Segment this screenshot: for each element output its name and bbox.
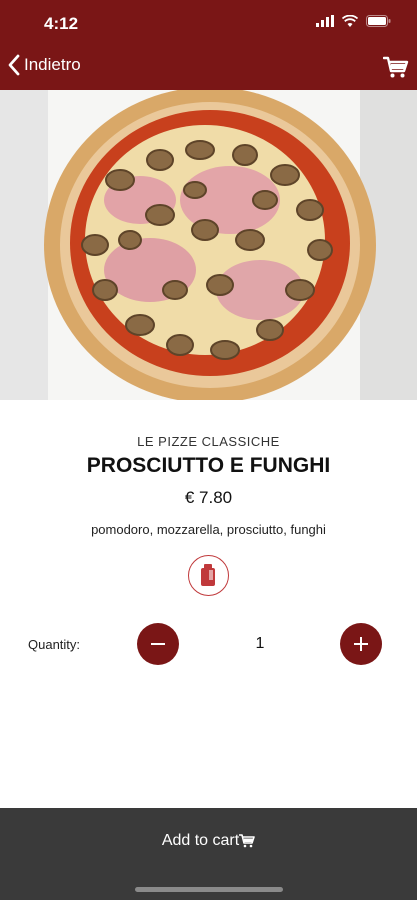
decrease-quantity-button[interactable]: [137, 623, 179, 665]
wifi-icon: [342, 15, 358, 27]
quantity-value: 1: [255, 635, 265, 652]
product-ingredients: pomodoro, mozzarella, prosciutto, funghi: [91, 522, 326, 537]
product-name: PROSCIUTTO E FUNGHI: [86, 454, 331, 477]
signal-icon: [316, 15, 334, 27]
footer: Add to cart: [0, 808, 417, 900]
pizza-image: [0, 90, 417, 400]
cart-icon: [239, 834, 255, 848]
add-to-cart-label: Add to cart: [161, 832, 240, 849]
status-icons: [316, 15, 391, 27]
product-price: € 7.80: [184, 488, 233, 507]
quantity-label: Quantity:: [28, 637, 81, 652]
plus-icon: [354, 637, 368, 651]
drink-badge: [188, 555, 229, 596]
product-category: LE PIZZE CLASSICHE: [137, 434, 280, 449]
increase-quantity-button[interactable]: [340, 623, 382, 665]
cart-icon: [382, 56, 409, 78]
chevron-left-icon: [8, 54, 20, 76]
product-details: LE PIZZE CLASSICHE PROSCIUTTO E FUNGHI €…: [0, 400, 417, 808]
back-label: Indietro: [24, 55, 81, 74]
product-image: [0, 90, 417, 400]
battery-icon: [366, 15, 391, 27]
drink-icon: [201, 564, 215, 586]
status-bar: 4:12: [0, 0, 417, 46]
home-indicator: [135, 887, 283, 892]
cart-button[interactable]: [382, 54, 409, 80]
nav-bar: Indietro: [0, 46, 417, 90]
back-button[interactable]: Indietro: [8, 54, 81, 76]
status-time: 4:12: [44, 14, 79, 33]
add-to-cart-button[interactable]: Add to cart: [0, 828, 417, 854]
minus-icon: [151, 643, 165, 645]
